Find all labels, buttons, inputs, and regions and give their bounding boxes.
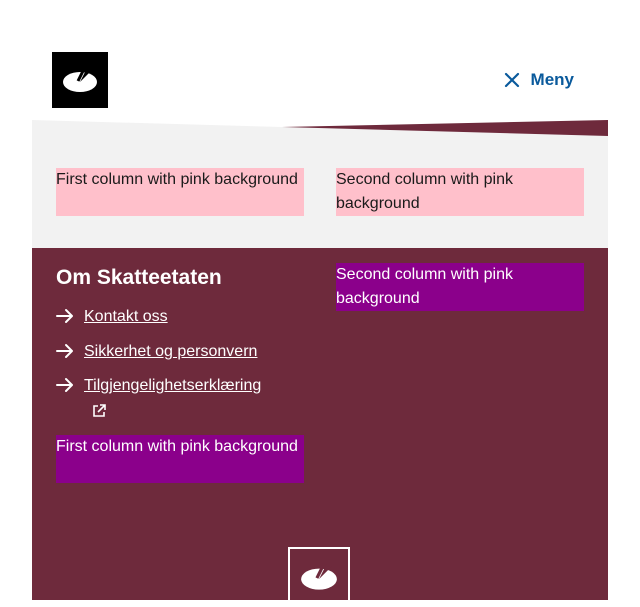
footer-link-label[interactable]: Sikkerhet og personvern <box>84 340 257 364</box>
page: Meny First column with pink background S… <box>32 0 608 607</box>
menu-label: Meny <box>530 70 574 89</box>
logo-link[interactable] <box>52 52 108 108</box>
close-icon <box>504 72 519 88</box>
footer-link-tilgjengelighet[interactable]: Tilgjengelighetserklæring <box>56 374 261 398</box>
footer-link-kontakt[interactable]: Kontakt oss <box>56 305 168 329</box>
second-column-box: Second column with pink background <box>336 168 584 216</box>
arrow-right-icon <box>56 378 73 392</box>
skatteetaten-logo-icon <box>301 562 337 590</box>
external-link-icon <box>93 404 106 417</box>
menu-button[interactable]: Meny <box>503 68 574 92</box>
footer-logo <box>288 547 350 607</box>
arrow-right-icon <box>56 309 73 323</box>
site-footer: Om Skatteetaten Kontakt oss Sikkerhet og… <box>32 248 608 607</box>
footer-second-column-box: Second column with pink background <box>336 263 584 311</box>
decorative-swoosh <box>32 120 608 136</box>
footer-link-sikkerhet[interactable]: Sikkerhet og personvern <box>56 340 257 364</box>
arrow-right-icon <box>56 344 73 358</box>
footer-title: Om Skatteetaten <box>56 266 222 289</box>
footer-first-column-box: First column with pink background <box>56 435 304 483</box>
footer-link-label[interactable]: Tilgjengelighetserklæring <box>84 374 261 398</box>
first-column-box: First column with pink background <box>56 168 304 216</box>
skatteetaten-logo-icon <box>63 66 97 92</box>
footer-link-label[interactable]: Kontakt oss <box>84 305 168 329</box>
site-header: Meny <box>32 0 608 120</box>
